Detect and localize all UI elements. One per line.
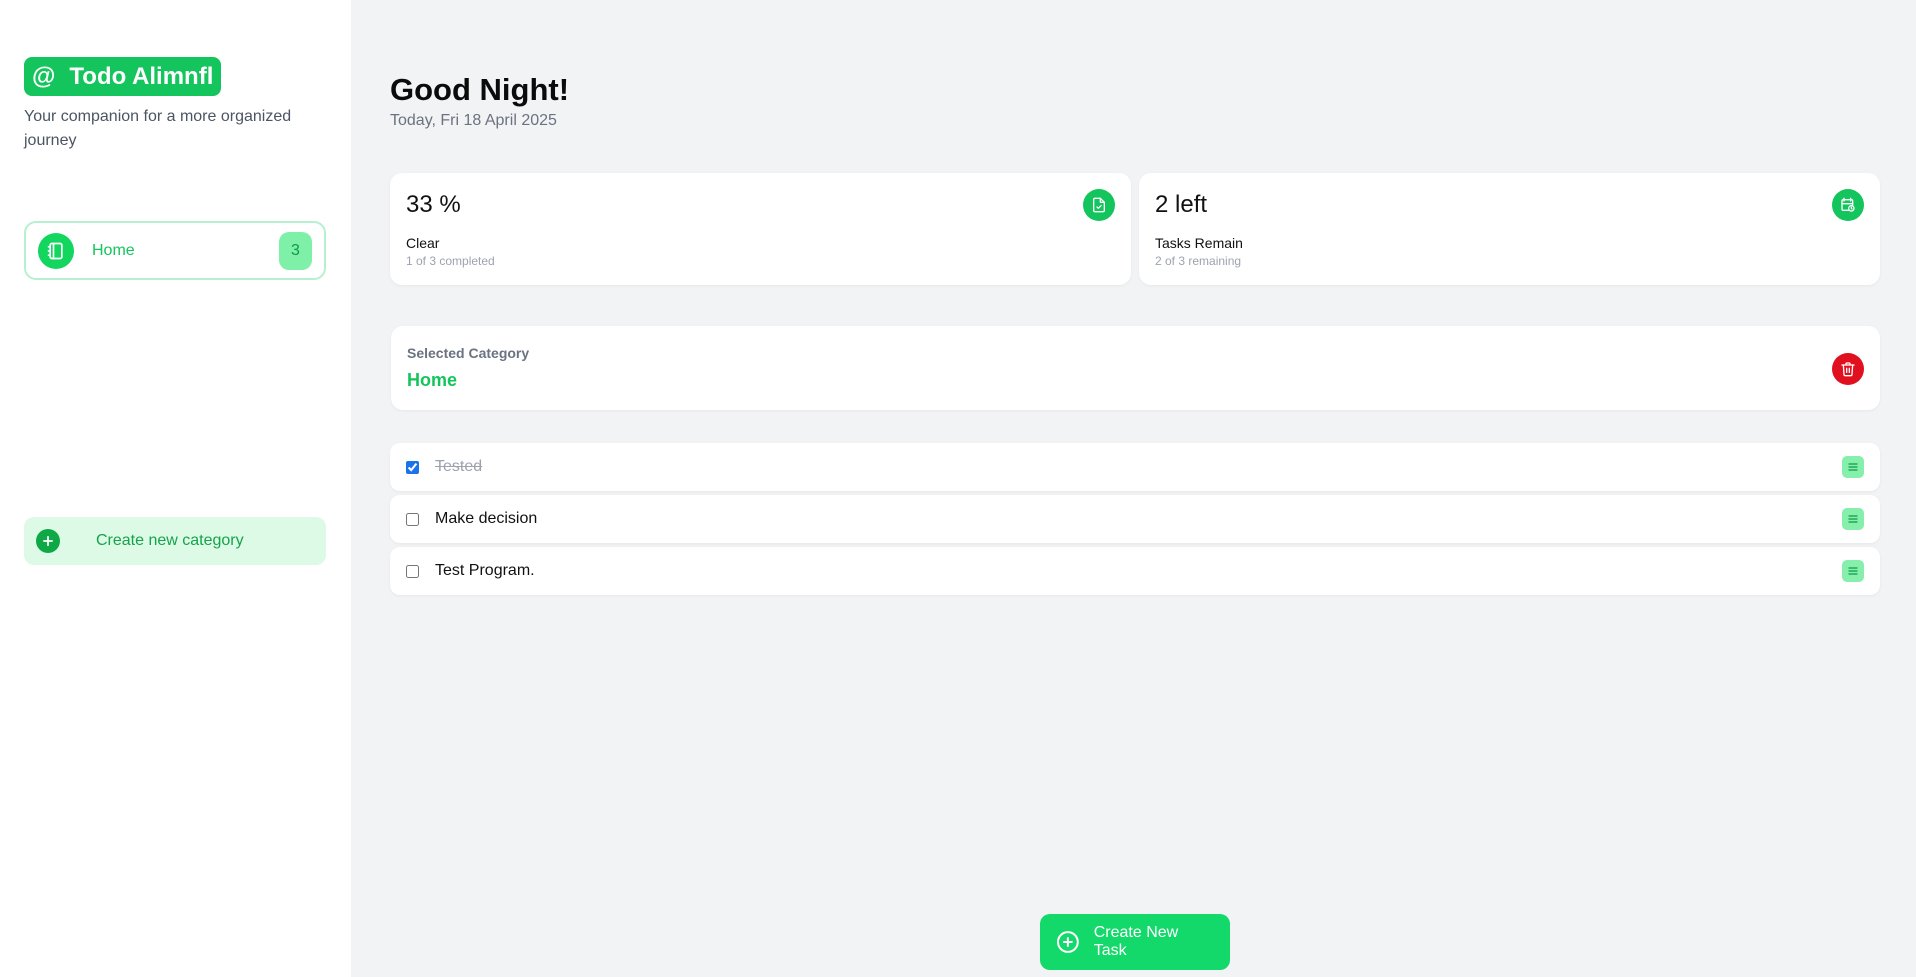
file-check-icon bbox=[1083, 189, 1115, 221]
current-date: Today, Fri 18 April 2025 bbox=[390, 112, 557, 129]
stat-label: Tasks Remain bbox=[1155, 235, 1243, 251]
app-logo[interactable]: @ Todo Alimnfl bbox=[24, 57, 222, 96]
create-task-label: Create New Task bbox=[1093, 924, 1179, 959]
notebook-icon bbox=[38, 232, 74, 269]
greeting-heading: Good Night! bbox=[390, 72, 570, 107]
remaining-stat-card: 2 left Tasks Remain 2 of 3 remaining bbox=[1139, 173, 1880, 285]
progress-stat-card: 33 % Clear 1 of 3 completed bbox=[390, 173, 1131, 285]
task-row[interactable]: Make decision bbox=[390, 495, 1880, 543]
calendar-clock-icon bbox=[1832, 189, 1864, 221]
task-name: Test Program. bbox=[435, 562, 535, 579]
create-category-label: Create new category bbox=[96, 532, 244, 549]
plus-circle-icon bbox=[1056, 931, 1079, 953]
stat-value: 33 % bbox=[406, 191, 461, 218]
task-row[interactable]: Tested bbox=[390, 443, 1880, 491]
task-menu-button[interactable] bbox=[1842, 456, 1864, 478]
task-menu-button[interactable] bbox=[1842, 560, 1864, 582]
task-checkbox[interactable] bbox=[406, 512, 419, 526]
menu-icon bbox=[1848, 463, 1858, 471]
stat-label: Clear bbox=[406, 235, 440, 251]
selected-category-name: Home bbox=[407, 370, 458, 390]
stat-subtext: 2 of 3 remaining bbox=[1155, 254, 1242, 268]
stat-value: 2 left bbox=[1155, 191, 1208, 218]
task-name: Make decision bbox=[435, 510, 538, 527]
delete-category-button[interactable] bbox=[1832, 353, 1864, 385]
task-name: Tested bbox=[435, 458, 483, 475]
trash-icon bbox=[1841, 362, 1855, 377]
menu-icon bbox=[1848, 567, 1858, 575]
selected-category-label: Selected Category bbox=[407, 345, 530, 361]
task-menu-button[interactable] bbox=[1842, 508, 1864, 530]
task-row[interactable]: Test Program. bbox=[390, 547, 1880, 595]
app-title: Todo Alimnfl bbox=[69, 62, 214, 90]
create-task-button[interactable]: Create New Task bbox=[1040, 914, 1230, 970]
create-category-button[interactable]: Create new category bbox=[24, 517, 326, 565]
menu-icon bbox=[1848, 515, 1858, 523]
sidebar: @ Todo Alimnfl Your companion for a more… bbox=[0, 0, 351, 977]
at-icon: @ bbox=[32, 62, 56, 90]
task-checkbox[interactable] bbox=[406, 460, 419, 474]
sidebar-item-home[interactable]: Home 3 bbox=[24, 221, 326, 280]
stat-subtext: 1 of 3 completed bbox=[406, 254, 495, 268]
plus-circle-icon bbox=[36, 529, 60, 553]
category-count-badge: 3 bbox=[279, 231, 312, 270]
task-checkbox[interactable] bbox=[406, 564, 419, 578]
app-tagline: Your companion for a more organized jour… bbox=[24, 108, 292, 149]
sidebar-item-label: Home bbox=[92, 241, 135, 259]
selected-category-card: Selected Category Home bbox=[391, 326, 1880, 410]
